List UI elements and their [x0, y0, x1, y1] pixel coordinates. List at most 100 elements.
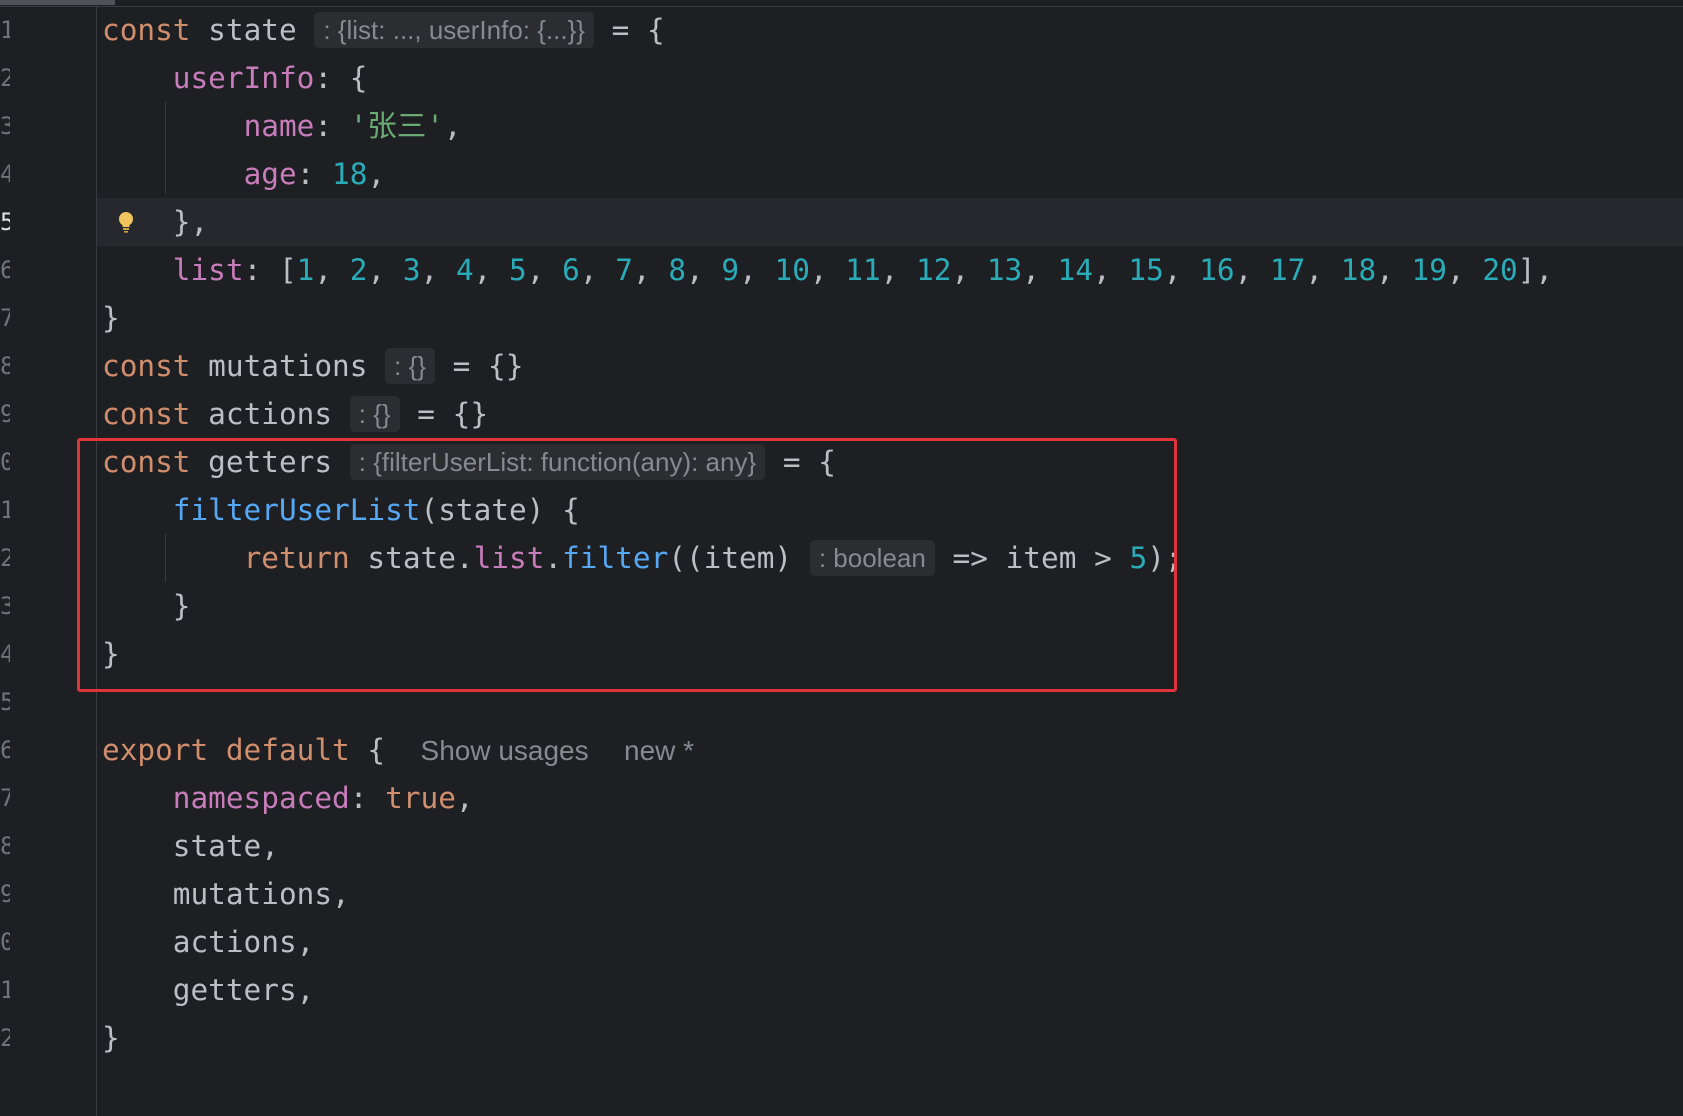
- code-line-9[interactable]: const actions : {} = {}: [97, 390, 1683, 438]
- number-literal: 9: [721, 253, 740, 287]
- keyword: export default: [102, 733, 350, 767]
- line-number[interactable]: 7: [0, 294, 10, 342]
- comma: ,: [1022, 253, 1058, 287]
- code-line-2[interactable]: userInfo: {: [97, 54, 1683, 102]
- code-line-19[interactable]: mutations,: [97, 870, 1683, 918]
- code-line-7[interactable]: }: [97, 294, 1683, 342]
- code-text: state,: [172, 829, 279, 863]
- keyword: const: [102, 397, 191, 431]
- comma: ,: [1234, 253, 1270, 287]
- code-line-8[interactable]: const mutations : {} = {}: [97, 342, 1683, 390]
- number-literal: 2: [349, 253, 368, 287]
- line-number[interactable]: 9: [0, 390, 10, 438]
- code-text: actions,: [172, 925, 315, 959]
- line-number[interactable]: 6: [0, 726, 10, 774]
- code-text: ],: [1517, 253, 1554, 287]
- property-name: age: [243, 157, 297, 191]
- code-line-1[interactable]: const state : {list: ..., userInfo: {...…: [97, 6, 1683, 54]
- number-literal: 6: [562, 253, 580, 287]
- line-number[interactable]: 1: [0, 966, 10, 1014]
- line-number[interactable]: 1: [0, 6, 10, 54]
- line-number[interactable]: 2: [0, 54, 10, 102]
- code-text: = {}: [434, 349, 524, 383]
- comma: ,: [1446, 253, 1483, 287]
- number-literal: 19: [1411, 253, 1447, 287]
- code-line-18[interactable]: state,: [97, 822, 1683, 870]
- line-number[interactable]: 0: [0, 918, 10, 966]
- line-number[interactable]: 4: [0, 150, 10, 198]
- code-line-6[interactable]: list: [1, 2, 3, 4, 5, 6, 7, 8, 9, 10, 11…: [97, 246, 1683, 294]
- keyword: const: [102, 13, 191, 47]
- code-line-21[interactable]: getters,: [97, 966, 1683, 1014]
- line-number[interactable]: 2: [0, 1014, 10, 1062]
- code-line-22[interactable]: }: [97, 1014, 1683, 1062]
- scrollbar-thumb[interactable]: [0, 0, 115, 5]
- number-literal: 16: [1199, 253, 1235, 287]
- comma: ,: [632, 253, 669, 287]
- line-number[interactable]: 7: [0, 774, 10, 822]
- code-text: = {: [593, 13, 665, 47]
- identifier: state: [190, 13, 297, 47]
- type-inlay-hint[interactable]: : {}: [385, 348, 435, 384]
- number-literal: 1: [296, 253, 315, 287]
- comma: ,: [579, 253, 616, 287]
- code-text: : {: [314, 61, 368, 95]
- line-number[interactable]: 0: [0, 438, 10, 486]
- line-number[interactable]: 5: [0, 678, 10, 726]
- number-literal: 20: [1482, 253, 1518, 287]
- line-number[interactable]: 3: [0, 582, 10, 630]
- comma: ,: [880, 253, 917, 287]
- line-number[interactable]: 8: [0, 822, 10, 870]
- comma: ,: [739, 253, 775, 287]
- comma: ,: [951, 253, 987, 287]
- identifier: actions: [190, 397, 333, 431]
- line-number[interactable]: 3: [0, 102, 10, 150]
- number-literal: 17: [1269, 253, 1306, 287]
- comma: ,: [367, 253, 403, 287]
- number-literal: 18: [332, 157, 368, 191]
- comma: ,: [314, 253, 350, 287]
- line-number[interactable]: 1: [0, 486, 10, 534]
- line-number[interactable]: 4: [0, 630, 10, 678]
- comma: ,: [686, 253, 722, 287]
- property-name: list: [172, 253, 244, 287]
- code-line-4[interactable]: age: 18,: [97, 150, 1683, 198]
- number-literal: 8: [668, 253, 687, 287]
- line-number[interactable]: 2: [0, 534, 10, 582]
- code-line-17[interactable]: namespaced: true,: [97, 774, 1683, 822]
- property-name: userInfo: [172, 61, 315, 95]
- number-literal: 15: [1128, 253, 1164, 287]
- keyword: const: [102, 349, 191, 383]
- code-text: ,: [443, 109, 462, 143]
- line-number[interactable]: 6: [0, 246, 10, 294]
- code-line-5-current[interactable]: },: [97, 198, 1683, 246]
- number-literal: 5: [509, 253, 527, 287]
- code-text: :: [314, 109, 350, 143]
- code-text: }: [102, 301, 120, 335]
- code-text: :: [296, 157, 333, 191]
- code-text: getters,: [172, 973, 315, 1007]
- number-literal: 4: [455, 253, 474, 287]
- number-literal: 12: [916, 253, 952, 287]
- comma: ,: [1305, 253, 1341, 287]
- code-line-20[interactable]: actions,: [97, 918, 1683, 966]
- code-text: = {}: [399, 397, 489, 431]
- code-text: mutations,: [172, 877, 350, 911]
- keyword: true: [385, 781, 456, 815]
- author-hint[interactable]: new *: [624, 735, 694, 766]
- property-name: name: [243, 109, 315, 143]
- type-inlay-hint[interactable]: : {}: [349, 396, 400, 432]
- line-number[interactable]: 9: [0, 870, 10, 918]
- current-line-number[interactable]: 5: [0, 198, 10, 246]
- code-line-16[interactable]: export default { Show usages new *: [97, 726, 1683, 774]
- code-line-3[interactable]: name: '张三',: [97, 102, 1683, 150]
- type-inlay-hint[interactable]: : {list: ..., userInfo: {...}}: [314, 12, 594, 48]
- code-text: }: [102, 1021, 120, 1055]
- annotation-highlight-box: [77, 438, 1177, 692]
- line-number[interactable]: 8: [0, 342, 10, 390]
- property-name: namespaced: [172, 781, 350, 815]
- number-literal: 18: [1340, 253, 1377, 287]
- comma: ,: [1093, 253, 1129, 287]
- show-usages-link[interactable]: Show usages: [421, 735, 589, 766]
- number-literal: 10: [774, 253, 810, 287]
